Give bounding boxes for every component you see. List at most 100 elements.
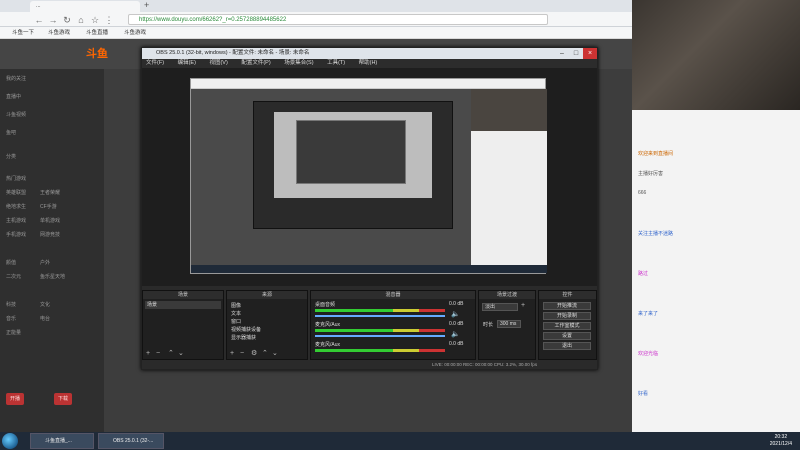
preview-capture: [190, 78, 547, 274]
volume-slider[interactable]: [315, 335, 445, 337]
source-item[interactable]: 图像: [231, 302, 241, 309]
forward-icon[interactable]: →: [48, 15, 58, 25]
sidebar-item[interactable]: 电台: [40, 315, 50, 322]
menu-help[interactable]: 帮助(H): [359, 60, 378, 66]
bookmark-item[interactable]: 斗鱼直播: [86, 29, 108, 37]
remove-icon[interactable]: −: [240, 350, 244, 357]
site-logo[interactable]: 斗鱼: [86, 45, 108, 61]
down-icon[interactable]: ⌄: [178, 349, 184, 357]
transition-select[interactable]: 淡出: [482, 303, 518, 311]
exit-button[interactable]: 退出: [543, 342, 591, 350]
bookmark-item[interactable]: 斗鱼游戏: [48, 29, 70, 37]
up-icon[interactable]: ⌃: [262, 349, 268, 357]
bookmark-star-icon[interactable]: ☆: [90, 15, 100, 25]
add-icon[interactable]: +: [230, 350, 234, 357]
refresh-icon[interactable]: ↻: [62, 15, 72, 25]
sidebar-item[interactable]: 单机游戏: [40, 217, 60, 224]
sidebar-item[interactable]: 手机游戏: [6, 231, 26, 238]
menu-view[interactable]: 视图(V): [209, 60, 227, 66]
add-transition-icon[interactable]: +: [521, 302, 525, 309]
sources-dock: 来源 图像 文本 窗口 视频捕获设备 显示器捕获 + − ⚙ ⌃ ⌄: [226, 290, 308, 360]
down-icon[interactable]: ⌄: [272, 349, 278, 357]
menu-tools[interactable]: 工具(T): [327, 60, 345, 66]
browser-tab[interactable]: ...: [30, 1, 140, 12]
sidebar-item[interactable]: 我的关注: [6, 75, 26, 82]
scenes-dock: 场景 场景 + − ⌃ ⌄: [142, 290, 224, 360]
dock-header: 来源: [227, 291, 307, 299]
sidebar-item[interactable]: 文化: [40, 301, 50, 308]
obs-preview[interactable]: [142, 68, 597, 286]
close-icon[interactable]: ×: [583, 48, 597, 59]
source-item[interactable]: 文本: [231, 310, 241, 317]
source-item[interactable]: 显示器捕获: [231, 334, 256, 341]
duration-field[interactable]: 300 ms: [497, 320, 521, 328]
audio-meter: [315, 349, 445, 352]
channel-db: 0.0 dB: [449, 341, 464, 347]
studio-mode-button[interactable]: 工作室模式: [543, 322, 591, 330]
nested-taskbar: [191, 265, 547, 273]
settings-button[interactable]: 设置: [543, 332, 591, 340]
new-tab-icon[interactable]: +: [144, 0, 149, 10]
transitions-dock: 场景过渡 淡出 + 时长 300 ms: [478, 290, 536, 360]
webcam-overlay: [632, 0, 800, 110]
sidebar-item[interactable]: 主机游戏: [6, 217, 26, 224]
start-button[interactable]: [2, 433, 18, 449]
scene-item[interactable]: 场景: [145, 301, 221, 309]
home-icon[interactable]: ⌂: [76, 15, 86, 25]
nav-bar: ← → ↻ ⌂ ☆ ⋮ https://www.douyu.com/66262?…: [0, 12, 632, 27]
chat-message: 关注主播不迷路: [638, 231, 674, 237]
menu-file[interactable]: 文件(F): [146, 60, 164, 66]
bookmark-item[interactable]: 斗鱼游戏: [124, 29, 146, 37]
back-icon[interactable]: ←: [34, 15, 44, 25]
sidebar-item[interactable]: 直播中: [6, 93, 21, 100]
menu-icon[interactable]: ⋮: [104, 15, 114, 25]
go-live-button[interactable]: 开播: [6, 393, 25, 405]
up-icon[interactable]: ⌃: [168, 349, 174, 357]
start-recording-button[interactable]: 开始录制: [543, 312, 591, 320]
menu-profile[interactable]: 配置文件(P): [241, 60, 270, 66]
taskbar-item-obs[interactable]: OBS 25.0.1 (32-...: [98, 433, 164, 449]
remove-icon[interactable]: −: [156, 350, 160, 357]
mute-icon[interactable]: 🔈: [451, 330, 460, 338]
start-streaming-button[interactable]: 开始推流: [543, 302, 591, 310]
menu-edit[interactable]: 编辑(E): [178, 60, 196, 66]
sidebar-item[interactable]: 英雄联盟: [6, 189, 26, 196]
sidebar-item[interactable]: 音乐: [6, 315, 16, 322]
system-clock[interactable]: 20:32 2021/12/4: [770, 434, 792, 448]
nested-preview: [274, 112, 432, 198]
sidebar-item[interactable]: 绝地求生: [6, 203, 26, 210]
volume-slider[interactable]: [315, 315, 445, 317]
source-item[interactable]: 视频捕获设备: [231, 326, 261, 333]
sidebar-item[interactable]: 二次元: [6, 273, 21, 280]
gear-icon[interactable]: ⚙: [251, 349, 257, 357]
add-icon[interactable]: +: [146, 350, 150, 357]
sidebar-item[interactable]: 网游竞技: [40, 231, 60, 238]
sidebar-item[interactable]: CF手游: [40, 203, 57, 210]
mute-icon[interactable]: 🔈: [451, 310, 460, 318]
taskbar-item-browser[interactable]: 斗鱼直播_...: [30, 433, 94, 449]
sidebar-item[interactable]: 颜值: [6, 259, 16, 266]
sidebar-item[interactable]: 鱼乐星天地: [40, 273, 65, 280]
maximize-icon[interactable]: □: [569, 48, 583, 59]
sidebar-item[interactable]: 科技: [6, 301, 16, 308]
address-bar[interactable]: https://www.douyu.com/66262?_r=0.2572888…: [128, 14, 548, 25]
minimize-icon[interactable]: –: [555, 48, 569, 59]
sidebar-item[interactable]: 斗鱼视频: [6, 111, 26, 118]
chat-panel: 欢迎来到直播间 主播好厉害 666 关注主播不迷路 路过 来了来了 欢迎光临 好…: [632, 0, 800, 432]
sidebar-item[interactable]: 户外: [40, 259, 50, 266]
windows-taskbar: 斗鱼直播_... OBS 25.0.1 (32-... 20:32 2021/1…: [0, 432, 800, 450]
chat-message: 欢迎来到直播间: [638, 151, 674, 157]
download-button[interactable]: 下载: [54, 393, 73, 405]
channel-name: 麦克风/Aux: [315, 322, 341, 328]
sidebar-item[interactable]: 王者荣耀: [40, 189, 60, 196]
sidebar-item[interactable]: 热门游戏: [6, 175, 26, 182]
source-item[interactable]: 窗口: [231, 318, 241, 325]
obs-window: OBS 25.0.1 (32-bit, windows) - 配置文件: 未命名…: [141, 47, 598, 370]
menu-scene-collection[interactable]: 场景集合(S): [284, 60, 313, 66]
channel-db: 0.0 dB: [449, 321, 464, 327]
sidebar-item[interactable]: 分类: [6, 153, 16, 160]
sidebar-item[interactable]: 鱼吧: [6, 129, 16, 136]
site-sidebar: 我的关注 直播中 斗鱼视频 鱼吧 分类 热门游戏 英雄联盟 王者荣耀 绝地求生 …: [0, 69, 104, 432]
bookmark-item[interactable]: 斗鱼一下: [12, 29, 34, 37]
sidebar-item[interactable]: 正能量: [6, 329, 21, 336]
